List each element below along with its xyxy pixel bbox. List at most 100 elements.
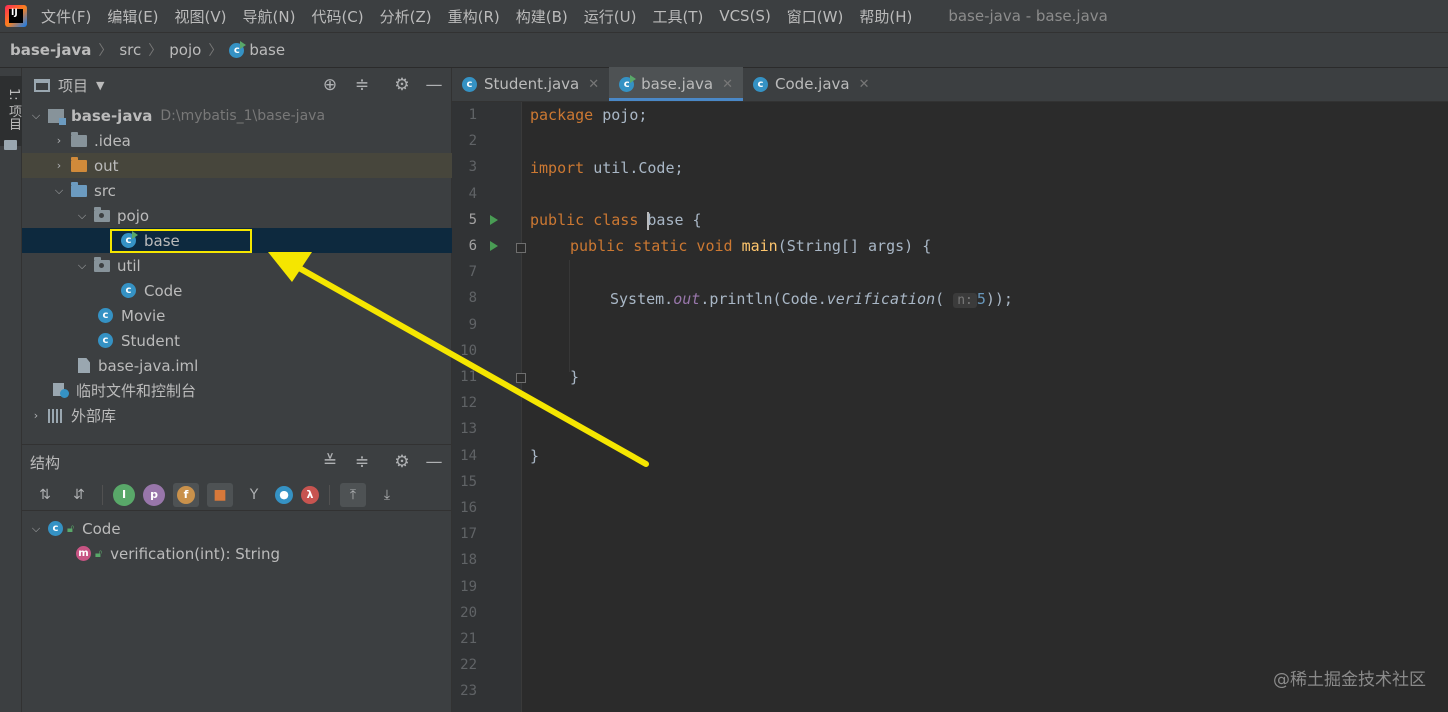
- watermark: @稀土掘金技术社区: [1273, 670, 1426, 690]
- tree-item-src[interactable]: ⌵ src: [22, 178, 452, 203]
- menu-window[interactable]: 窗口(W): [779, 6, 852, 27]
- structure-item-method[interactable]: m 🔓︎ verification(int): String: [22, 541, 452, 566]
- locate-file-icon[interactable]: ⊕: [321, 75, 339, 95]
- tab-base-java[interactable]: c base.java ✕: [609, 67, 744, 101]
- chevron-right-icon[interactable]: ›: [53, 134, 65, 147]
- structure-item-code[interactable]: ⌵ c 🔓︎ Code: [22, 516, 452, 541]
- tab-code-java[interactable]: c Code.java ✕: [743, 67, 880, 101]
- autoscroll-from-source-icon[interactable]: ⤓: [374, 483, 400, 507]
- run-gutter-icon[interactable]: [490, 215, 498, 225]
- structure-toolbar: ⇅ ⇵ I p f ■ Y ● λ ⤒ ⤓: [22, 479, 451, 511]
- collapse-all-icon[interactable]: ≑: [353, 452, 371, 472]
- menu-vcs[interactable]: VCS(S): [711, 7, 778, 25]
- sort-alphabetically-icon[interactable]: ⇵: [66, 483, 92, 507]
- collapse-all-icon[interactable]: ≑: [353, 75, 371, 95]
- breadcrumb-project[interactable]: base-java: [10, 41, 91, 59]
- folder-icon: [4, 140, 17, 150]
- chevron-down-icon[interactable]: ⌵: [76, 259, 88, 273]
- editor-tab-bar: c Student.java ✕ c base.java ✕ c Code.ja…: [452, 67, 1448, 102]
- line-number: 13: [460, 421, 477, 438]
- breadcrumb-base[interactable]: base: [249, 41, 285, 59]
- project-tool-tab[interactable]: 1: 项目: [0, 76, 22, 150]
- tab-student-java[interactable]: c Student.java ✕: [452, 67, 609, 101]
- menu-view[interactable]: 视图(V): [167, 6, 235, 27]
- library-icon: [48, 408, 64, 423]
- tree-item-idea[interactable]: › .idea: [22, 128, 452, 153]
- gear-icon[interactable]: ⚙: [393, 452, 411, 472]
- close-icon[interactable]: ✕: [722, 77, 733, 92]
- menu-tools[interactable]: 工具(T): [644, 6, 711, 27]
- chevron-right-icon[interactable]: ›: [53, 159, 65, 172]
- breadcrumb: base-java 〉 src 〉 pojo 〉 c base: [0, 32, 1448, 68]
- expand-all-icon[interactable]: ≚: [321, 452, 339, 472]
- code-line-11: }: [570, 368, 580, 386]
- fold-icon[interactable]: [516, 373, 526, 383]
- chevron-right-icon[interactable]: ›: [30, 409, 42, 422]
- line-number: 14: [460, 447, 477, 464]
- scratches-icon: [53, 383, 69, 398]
- run-gutter-icon[interactable]: [490, 241, 498, 251]
- show-lambdas-icon[interactable]: ●: [275, 485, 293, 504]
- chevron-down-icon[interactable]: ⌵: [30, 109, 42, 123]
- code-line-3: import util.Code;: [530, 159, 684, 177]
- chevron-down-icon[interactable]: ⌵: [76, 209, 88, 223]
- close-icon[interactable]: ✕: [588, 77, 599, 92]
- java-class-icon: c: [619, 74, 637, 92]
- breadcrumb-src[interactable]: src: [119, 41, 141, 59]
- menu-edit[interactable]: 编辑(E): [99, 6, 166, 27]
- menu-navigate[interactable]: 导航(N): [235, 6, 304, 27]
- code-line-14: }: [530, 447, 540, 465]
- close-icon[interactable]: ✕: [859, 77, 870, 92]
- chevron-down-icon[interactable]: ⌵: [30, 522, 42, 536]
- menu-help[interactable]: 帮助(H): [851, 6, 920, 27]
- breadcrumb-pojo[interactable]: pojo: [169, 41, 201, 59]
- tree-item-base[interactable]: c base: [22, 228, 452, 253]
- menu-refactor[interactable]: 重构(R): [440, 6, 508, 27]
- show-non-public-button[interactable]: ■: [207, 482, 233, 507]
- menu-analyze[interactable]: 分析(Z): [372, 6, 440, 27]
- java-class-icon: c: [48, 521, 63, 536]
- tree-item-util[interactable]: ⌵ util: [22, 253, 452, 278]
- tree-item-out[interactable]: › out: [22, 153, 452, 178]
- menu-code[interactable]: 代码(C): [303, 6, 371, 27]
- tree-item-code[interactable]: c Code: [22, 278, 452, 303]
- left-tool-strip: 1: 项目: [0, 68, 22, 712]
- show-properties-icon[interactable]: p: [143, 483, 165, 506]
- code-line-5: public class base {: [530, 211, 702, 230]
- fold-icon[interactable]: [516, 243, 526, 253]
- tree-item-student[interactable]: c Student: [22, 328, 452, 353]
- caret-down-icon[interactable]: ▼: [96, 79, 104, 92]
- show-inherited-icon[interactable]: I: [113, 483, 135, 506]
- autoscroll-to-source-icon[interactable]: ⤒: [340, 482, 366, 507]
- gear-icon[interactable]: ⚙: [393, 75, 411, 95]
- line-number: 17: [460, 526, 477, 543]
- menu-build[interactable]: 构建(B): [508, 6, 576, 27]
- minimize-icon[interactable]: —: [425, 75, 443, 95]
- tree-item-external-libraries[interactable]: › 外部库: [22, 403, 452, 428]
- show-fields-button[interactable]: f: [173, 482, 199, 507]
- tree-item-movie[interactable]: c Movie: [22, 303, 452, 328]
- tree-item-iml[interactable]: base-java.iml: [22, 353, 452, 378]
- lambda-icon[interactable]: λ: [301, 485, 319, 504]
- method-icon: m: [76, 546, 91, 561]
- tab-label: base.java: [641, 75, 714, 93]
- code-editor[interactable]: 1 2 3 4 5 6 7 8 9 10 11 12 13 14 15 16 17 18 19 20 21 22 23 pa…: [452, 102, 1448, 712]
- tree-item-pojo[interactable]: ⌵ pojo: [22, 203, 452, 228]
- minimize-icon[interactable]: —: [425, 452, 443, 472]
- line-number: 11: [460, 369, 477, 385]
- indent-guide: [569, 260, 570, 372]
- folder-icon: [71, 131, 87, 147]
- tree-item-label: src: [94, 181, 116, 200]
- module-file-icon: [78, 358, 90, 373]
- line-number: 20: [460, 604, 477, 621]
- java-class-icon: c: [121, 283, 136, 298]
- menu-file[interactable]: 文件(F): [33, 6, 99, 27]
- project-panel-title[interactable]: 项目: [58, 75, 88, 96]
- sort-by-visibility-icon[interactable]: ⇅: [32, 483, 58, 507]
- show-anonymous-icon[interactable]: Y: [241, 483, 267, 507]
- menu-run[interactable]: 运行(U): [576, 6, 645, 27]
- tree-item-project-root[interactable]: ⌵ base-java D:\mybatis_1\base-java: [22, 103, 452, 128]
- chevron-down-icon[interactable]: ⌵: [53, 184, 65, 198]
- tree-item-scratches[interactable]: 临时文件和控制台: [22, 378, 452, 403]
- java-class-icon: c: [753, 76, 769, 92]
